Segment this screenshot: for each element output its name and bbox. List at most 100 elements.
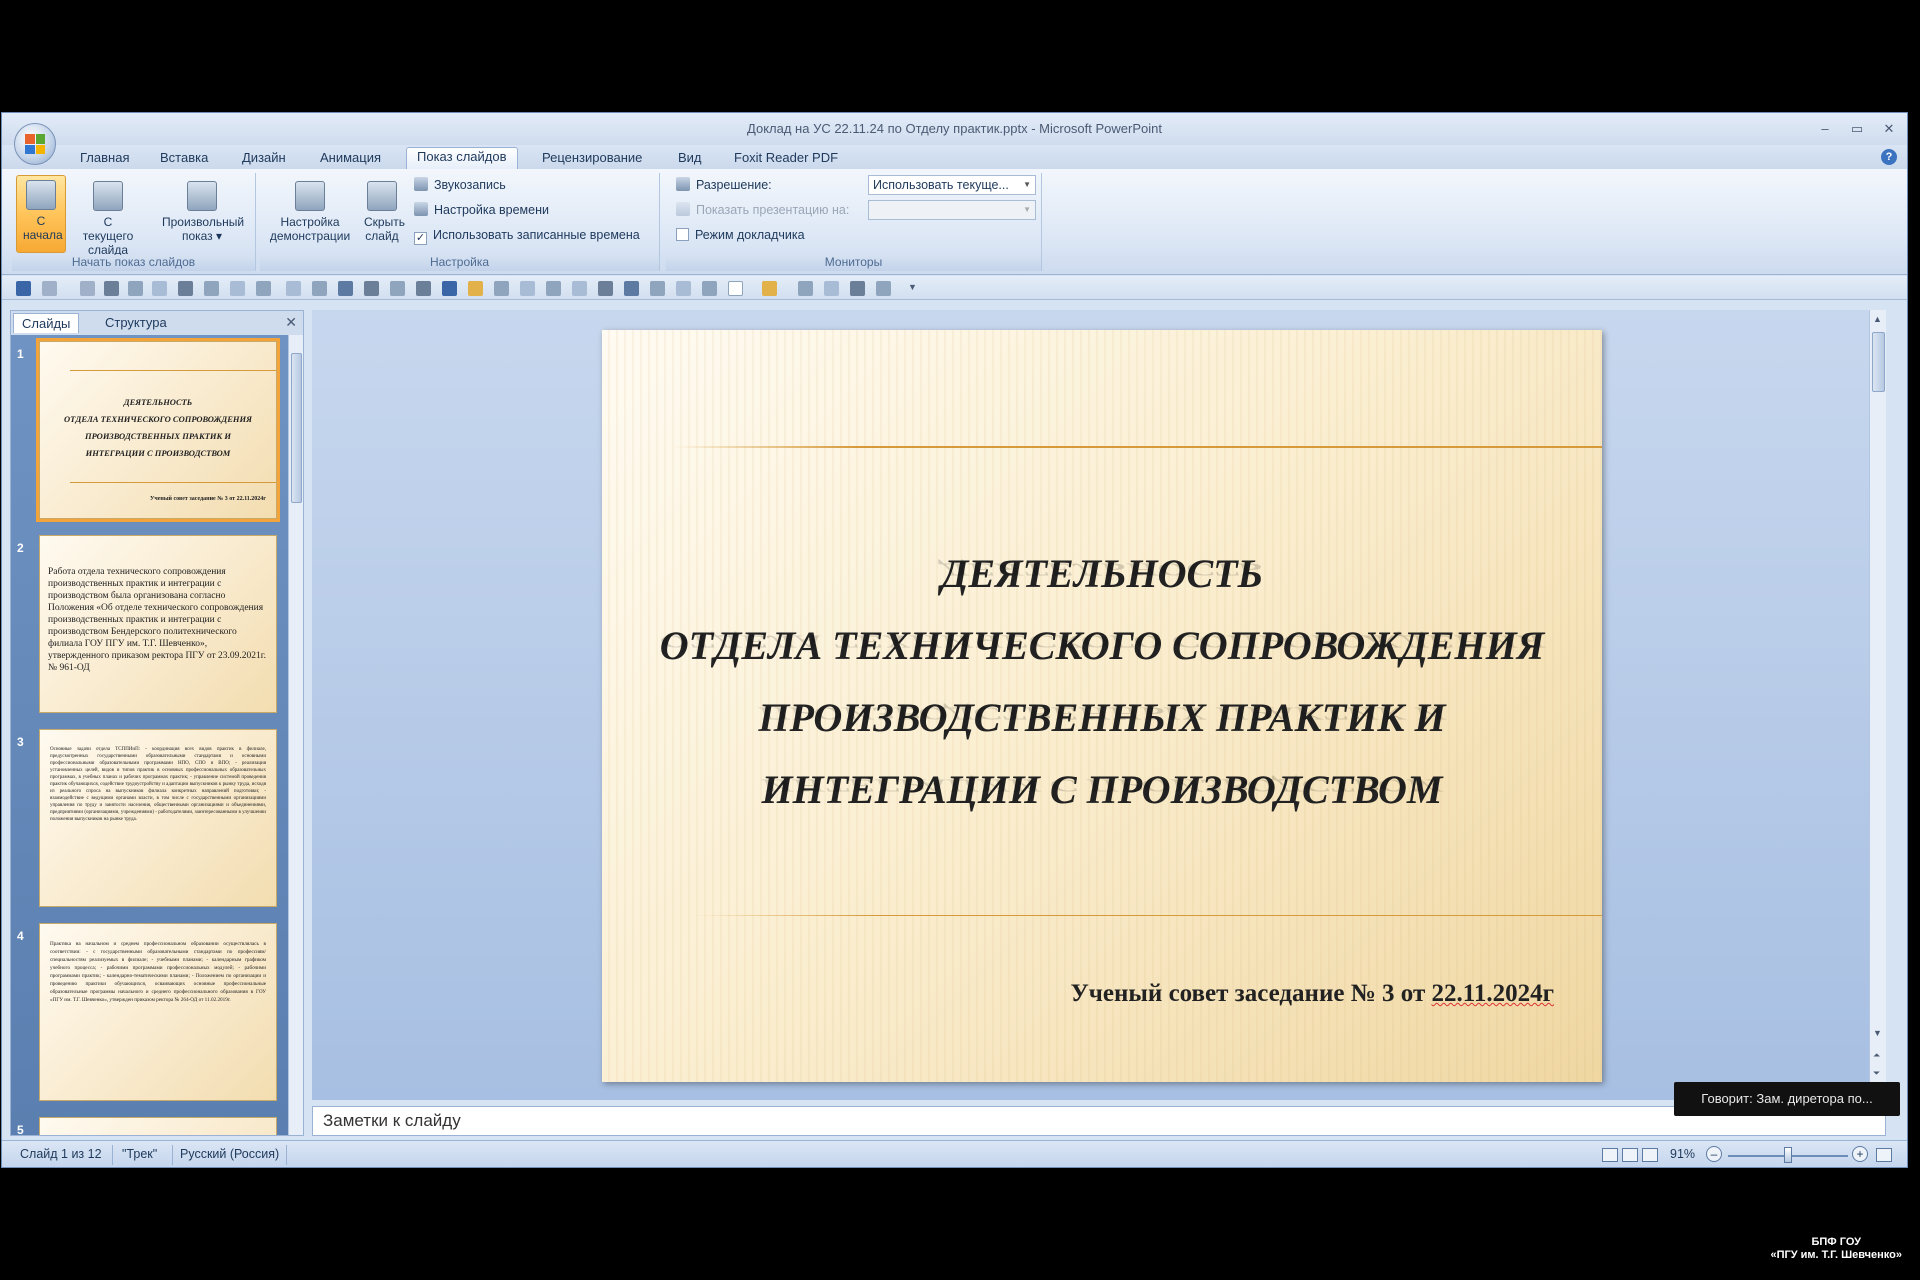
status-separator	[286, 1145, 287, 1165]
use-timings-checkbox[interactable]: ✓ Использовать записанные времена	[414, 225, 640, 245]
help-icon[interactable]: ?	[1881, 149, 1897, 165]
customize-toolbar-icon[interactable]: ▼	[908, 282, 917, 297]
slide-sorter-icon[interactable]	[1622, 1148, 1638, 1162]
scrollbar-thumb[interactable]	[291, 353, 302, 503]
numbering-icon[interactable]	[416, 281, 431, 296]
notes-pane[interactable]: Заметки к слайду	[312, 1106, 1886, 1136]
open-folder-icon[interactable]	[468, 281, 483, 296]
office-button[interactable]	[14, 123, 56, 165]
thumb-body: Практика на начальном и среднем професси…	[50, 941, 266, 1003]
show-on-dropdown[interactable]: ▼	[868, 200, 1036, 220]
show-on-label-row: Показать презентацию на:	[676, 200, 849, 220]
undo-icon[interactable]	[42, 281, 57, 296]
link-icon[interactable]	[850, 281, 865, 296]
custom-show-button[interactable]: Произвольный показ ▾	[152, 175, 252, 243]
format-icon[interactable]	[598, 281, 613, 296]
slideshow-view-icon[interactable]	[1642, 1148, 1658, 1162]
thumb-title-line: ДЕЯТЕЛЬНОСТЬ	[123, 397, 193, 407]
slide-scrollbar[interactable]: ▲ ▼ ⏶ ⏷	[1869, 310, 1886, 1100]
language-indicator[interactable]: Русский (Россия)	[180, 1147, 279, 1161]
print-icon[interactable]	[104, 281, 119, 296]
bullets-icon[interactable]	[390, 281, 405, 296]
office-logo-icon	[25, 134, 45, 154]
hide-slide-button[interactable]: Скрыть слайд	[356, 175, 408, 243]
slide-thumbnail-3[interactable]: Основные задачи отдела ТСППИиП: - коорди…	[39, 729, 277, 907]
zoom-level[interactable]: 91%	[1670, 1147, 1695, 1161]
scroll-down-icon[interactable]: ▼	[1873, 1028, 1882, 1038]
shapes-icon[interactable]	[230, 281, 245, 296]
tab-view[interactable]: Вид	[668, 149, 712, 169]
rotate-icon[interactable]	[676, 281, 691, 296]
clipboard-icon[interactable]	[798, 281, 813, 296]
tab-review[interactable]: Рецензирование	[532, 149, 652, 169]
tab-animation[interactable]: Анимация	[310, 149, 391, 169]
preview-icon[interactable]	[128, 281, 143, 296]
tab-outline[interactable]: Структура	[97, 313, 175, 333]
tab-home[interactable]: Главная	[70, 149, 139, 169]
comment-icon[interactable]	[762, 281, 777, 296]
screen-icon[interactable]	[338, 281, 353, 296]
normal-view-icon[interactable]	[1602, 1148, 1618, 1162]
slide-thumbnail-4[interactable]: Практика на начальном и среднем професси…	[39, 923, 277, 1101]
arrange-icon[interactable]	[520, 281, 535, 296]
group-icon[interactable]	[494, 281, 509, 296]
scroll-up-icon[interactable]: ▲	[1873, 314, 1882, 324]
crop-icon[interactable]	[204, 281, 219, 296]
tab-foxit-pdf[interactable]: Foxit Reader PDF	[724, 149, 848, 169]
save-icon[interactable]	[16, 281, 31, 296]
slide-thumbnail-5[interactable]	[39, 1117, 277, 1135]
monitor-icon	[676, 177, 690, 191]
maximize-button[interactable]: ▭	[1845, 119, 1869, 139]
thumb-body: Основные задачи отдела ТСППИиП: - коорди…	[50, 747, 266, 822]
spelling-icon[interactable]	[152, 281, 167, 296]
tab-design[interactable]: Дизайн	[232, 149, 296, 169]
from-beginning-button[interactable]: С начала	[16, 175, 66, 253]
fit-to-window-icon[interactable]	[1876, 1148, 1892, 1162]
channel-watermark: БПФ ГОУ «ПГУ им. Т.Г. Шевченко»	[1770, 1236, 1902, 1262]
layout-icon[interactable]	[256, 281, 271, 296]
close-pane-icon[interactable]: ✕	[285, 314, 297, 331]
copy-icon[interactable]	[286, 281, 301, 296]
settings-icon[interactable]	[876, 281, 891, 296]
thumb-number: 2	[17, 541, 24, 555]
slideshow-play-icon	[26, 180, 56, 210]
presenter-view-checkbox[interactable]: Режим докладчика	[676, 225, 805, 245]
picture-icon[interactable]	[178, 281, 193, 296]
zoom-slider-knob[interactable]	[1784, 1147, 1792, 1163]
distribute-icon[interactable]	[572, 281, 587, 296]
slide-title[interactable]: ДЕЯТЕЛЬНОСТЬ ДЕЯТЕЛЬНОСТЬ ОТДЕЛА ТЕХНИЧЕ…	[602, 550, 1602, 838]
rehearse-timings-button[interactable]: Настройка времени	[414, 200, 549, 220]
minimize-button[interactable]: –	[1813, 119, 1837, 139]
spellcheck-icon[interactable]	[442, 281, 457, 296]
redo-icon[interactable]	[80, 281, 95, 296]
zoom-out-button[interactable]: –	[1706, 1146, 1722, 1162]
duplicate-icon[interactable]	[702, 281, 717, 296]
zoom-in-button[interactable]: +	[1852, 1146, 1868, 1162]
setup-show-button[interactable]: Настройка демонстрации	[264, 175, 356, 243]
window-title: Доклад на УС 22.11.24 по Отделу практик.…	[747, 121, 1162, 136]
next-slide-icon[interactable]: ⏷	[1873, 1068, 1880, 1079]
tab-slides[interactable]: Слайды	[13, 313, 80, 333]
align-icon[interactable]	[546, 281, 561, 296]
slide-bottom-rule	[692, 915, 1602, 916]
thumbnails-scrollbar[interactable]	[288, 335, 303, 1135]
zoom-icon[interactable]	[624, 281, 639, 296]
tab-insert[interactable]: Вставка	[150, 149, 218, 169]
slide-thumbnail-1[interactable]: ДЕЯТЕЛЬНОСТЬ ОТДЕЛА ТЕХНИЧЕСКОГО СОПРОВО…	[36, 338, 280, 522]
previous-slide-icon[interactable]: ⏶	[1873, 1050, 1880, 1061]
close-button[interactable]: ✕	[1877, 119, 1901, 139]
scrollbar-thumb[interactable]	[1872, 332, 1885, 392]
edit-icon[interactable]	[364, 281, 379, 296]
select-icon[interactable]	[650, 281, 665, 296]
slide-subtitle[interactable]: Ученый совет заседание № 3 от 22.11.2024…	[1070, 980, 1554, 1008]
record-narration-button[interactable]: Звукозапись	[414, 175, 506, 195]
brush-icon[interactable]	[824, 281, 839, 296]
from-current-button[interactable]: С текущего слайда	[70, 175, 146, 257]
slide-thumbnails: 1 ДЕЯТЕЛЬНОСТЬ ОТДЕЛА ТЕХНИЧЕСКОГО СОПРО…	[11, 335, 289, 1135]
slide-thumbnail-2[interactable]: Работа отдела технического сопровождения…	[39, 535, 277, 713]
tab-slide-show[interactable]: Показ слайдов	[406, 147, 518, 169]
current-slide[interactable]: ДЕЯТЕЛЬНОСТЬ ДЕЯТЕЛЬНОСТЬ ОТДЕЛА ТЕХНИЧЕ…	[602, 330, 1602, 1082]
new-slide-icon[interactable]	[728, 281, 743, 296]
paste-icon[interactable]	[312, 281, 327, 296]
resolution-dropdown[interactable]: Использовать текуще... ▼	[868, 175, 1036, 195]
